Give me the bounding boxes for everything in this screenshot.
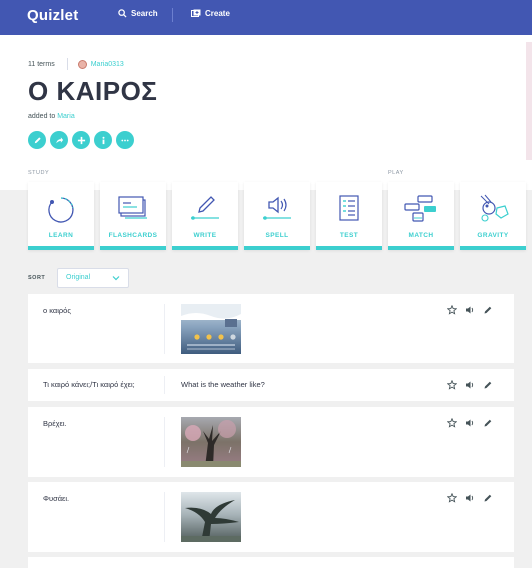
edit-button[interactable]	[28, 131, 46, 149]
term-text: Φυσάει.	[43, 494, 70, 503]
chevron-down-icon	[112, 276, 120, 281]
term-row: ο καιρός	[28, 294, 514, 363]
weather-forecast-illustration	[181, 304, 241, 350]
term-row: Φυσάει.	[28, 482, 514, 552]
match-label: MATCH	[408, 232, 434, 239]
gravity-label: GRAVITY	[477, 232, 509, 239]
class-link[interactable]: Maria	[57, 113, 75, 120]
set-meta: 11 terms Maria0313	[28, 58, 124, 70]
test-icon	[339, 195, 359, 221]
term-actions	[447, 305, 493, 315]
test-card[interactable]: TEST	[316, 182, 382, 250]
share-icon	[55, 136, 63, 143]
quizlet-logo[interactable]: Quizlet	[27, 7, 78, 24]
star-icon[interactable]	[447, 380, 457, 390]
add-icon	[77, 136, 85, 144]
top-navigation-bar: Quizlet Search Create	[0, 0, 532, 35]
more-button[interactable]	[116, 131, 134, 149]
star-icon[interactable]	[447, 493, 457, 503]
terms-count: 11 terms	[28, 60, 55, 68]
edit-icon[interactable]	[483, 305, 493, 315]
weather-forecast-image	[181, 304, 241, 354]
star-icon[interactable]	[447, 305, 457, 315]
match-card[interactable]: MATCH	[388, 182, 454, 250]
search-icon	[118, 9, 127, 18]
star-icon[interactable]	[447, 418, 457, 428]
learn-icon	[48, 197, 74, 223]
gravity-card[interactable]: GRAVITY	[460, 182, 526, 250]
side-strip	[526, 42, 532, 160]
create-icon	[191, 9, 201, 17]
audio-icon[interactable]	[465, 380, 475, 390]
match-icon	[404, 195, 436, 222]
audio-icon[interactable]	[465, 493, 475, 503]
avatar[interactable]	[77, 59, 87, 69]
create-label: Create	[205, 9, 230, 18]
author-link[interactable]: Maria0313	[91, 61, 124, 68]
audio-icon[interactable]	[465, 305, 475, 315]
write-card[interactable]: WRITE	[172, 182, 238, 250]
share-button[interactable]	[50, 131, 68, 149]
wind-image	[181, 492, 241, 542]
sort-dropdown[interactable]: Original	[57, 268, 129, 288]
learn-label: LEARN	[48, 232, 74, 239]
create-button[interactable]: Create	[191, 9, 230, 18]
set-title: Ο ΚΑΙΡΟΣ	[28, 76, 158, 106]
spell-icon	[263, 196, 291, 220]
set-actions	[28, 131, 134, 149]
spell-card[interactable]: SPELL	[244, 182, 310, 250]
definition-text: What is the weather like?	[181, 380, 265, 389]
wind-illustration	[181, 500, 241, 542]
term-actions	[447, 418, 493, 428]
add-button[interactable]	[72, 131, 90, 149]
search-button[interactable]: Search	[118, 9, 158, 18]
nav-divider	[172, 8, 173, 22]
more-icon	[121, 139, 129, 141]
audio-icon[interactable]	[465, 418, 475, 428]
info-button[interactable]	[94, 131, 112, 149]
study-modes: LEARN FLASHCARDS WRITE SPELL TEST MATCH …	[28, 182, 526, 250]
play-section-label: PLAY	[388, 170, 404, 176]
term-row: Τι καιρό κάνει;/Τι καιρό έχει; What is t…	[28, 369, 514, 401]
edit-icon[interactable]	[483, 418, 493, 428]
flashcards-icon	[118, 196, 147, 219]
gravity-icon	[480, 194, 509, 222]
rain-illustration	[181, 420, 241, 467]
search-label: Search	[131, 9, 158, 18]
added-prefix: added to	[28, 113, 56, 120]
study-section-label: STUDY	[28, 170, 50, 176]
term-divider	[164, 417, 165, 467]
write-icon	[191, 196, 219, 220]
flashcards-label: FLASHCARDS	[108, 232, 158, 239]
test-label: TEST	[339, 232, 359, 239]
spell-label: SPELL	[265, 232, 289, 239]
sort-value: Original	[66, 274, 91, 281]
term-row: Βρέχει.	[28, 407, 514, 477]
info-icon	[102, 136, 104, 144]
flashcards-card[interactable]: FLASHCARDS	[100, 182, 166, 250]
learn-card[interactable]: LEARN	[28, 182, 94, 250]
term-text: ο καιρός	[43, 306, 71, 315]
added-to-text: added to Maria	[28, 113, 75, 120]
sort-label: SORT	[28, 275, 46, 281]
term-divider	[164, 492, 165, 542]
meta-divider	[66, 58, 68, 70]
term-actions	[447, 493, 493, 503]
edit-icon[interactable]	[483, 380, 493, 390]
term-text: Βρέχει.	[43, 419, 67, 428]
rain-image	[181, 417, 241, 467]
write-label: WRITE	[193, 232, 217, 239]
term-actions	[447, 380, 493, 390]
edit-icon	[34, 136, 41, 143]
term-text: Τι καιρό κάνει;/Τι καιρό έχει;	[43, 380, 135, 389]
term-divider	[164, 376, 165, 394]
term-row-partial	[28, 557, 514, 568]
edit-icon[interactable]	[483, 493, 493, 503]
term-divider	[164, 304, 165, 354]
